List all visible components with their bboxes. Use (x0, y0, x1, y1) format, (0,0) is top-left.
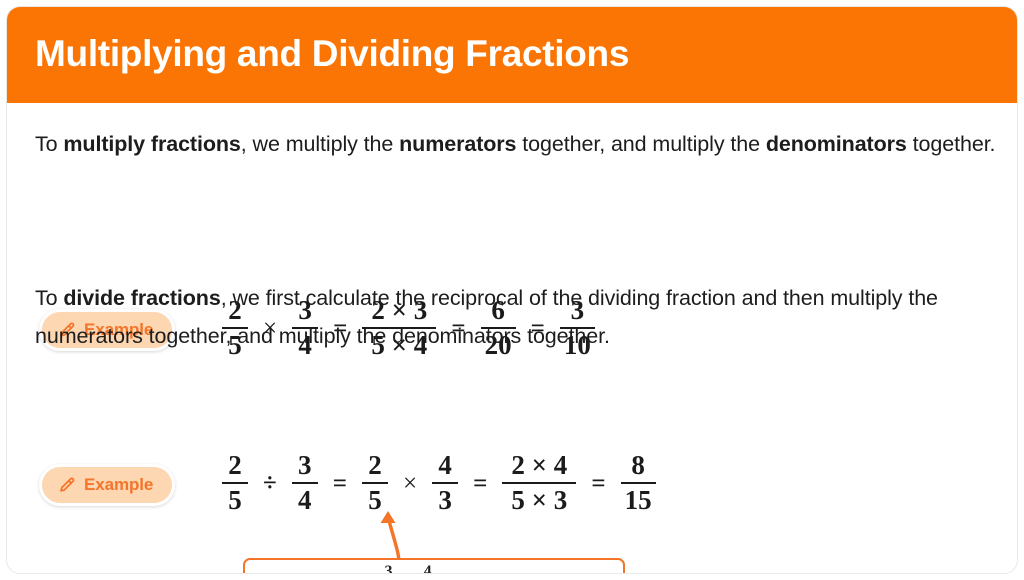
operator-equals: = (591, 469, 606, 497)
operator-times: × (402, 469, 418, 497)
callout-fraction-3-4: 3 4 (380, 563, 396, 574)
fraction-8-15: 8 15 (620, 450, 656, 516)
text-bold-denominators: denominators (765, 132, 907, 156)
pencil-icon (57, 476, 76, 495)
page-title: Multiplying and Dividing Fractions (35, 33, 630, 74)
slide-card: Multiplying and Dividing Fractions To mu… (6, 6, 1018, 574)
example-badge-divide: Example (39, 464, 176, 506)
text-bold-numerators: numerators (399, 132, 517, 156)
fraction-2-5: 2 5 (222, 450, 248, 516)
example-badge-label: Example (84, 475, 154, 494)
fraction-4-3-reciprocal: 4 3 (432, 450, 459, 516)
numerator: 2 × 4 (511, 450, 568, 480)
numerator: 4 (438, 450, 452, 480)
callout-reciprocal: The reciprocal of 3 4 is 4 3 - we “flip”… (243, 558, 625, 574)
numerator: 3 (297, 450, 312, 480)
numerator: 3 (384, 563, 393, 574)
text-bold-multiply-fractions: multiply fractions (63, 132, 241, 156)
denominator: 15 (624, 485, 652, 516)
fraction-2-5-b: 2 5 (361, 450, 388, 516)
paragraph-divide: To divide fractions, we first calculate … (35, 279, 997, 355)
denominator: 5 (228, 485, 242, 516)
operator-divide: ÷ (263, 469, 277, 497)
equation-divide: 2 5 ÷ 3 4 = 2 5 × 4 3 = 2 × 4 5 × 3 = 8 … (215, 450, 663, 516)
fraction-3-4: 3 4 (291, 450, 318, 516)
slide-body: To multiply fractions, we multiply the n… (7, 103, 1017, 574)
numerator: 8 (631, 450, 645, 480)
paragraph-multiply: To multiply fractions, we multiply the n… (35, 125, 997, 163)
fraction-product: 2 × 4 5 × 3 (502, 450, 577, 516)
text-fragment: To (35, 286, 64, 310)
denominator: 3 (438, 485, 452, 516)
numerator: 2 (228, 450, 242, 480)
callout-fraction-4-3: 4 3 (420, 563, 436, 574)
text-fragment: To (35, 132, 64, 156)
denominator: 5 × 3 (511, 485, 568, 516)
denominator: 4 (297, 485, 312, 516)
text-fragment: together. (906, 132, 996, 156)
denominator: 5 (368, 485, 382, 516)
text-fragment: together, and multiply the (516, 132, 766, 156)
slide-header: Multiplying and Dividing Fractions (7, 7, 1017, 103)
numerator: 2 (368, 450, 382, 480)
operator-equals: = (473, 469, 488, 497)
text-fragment: , we multiply the (240, 132, 400, 156)
operator-equals: = (332, 469, 347, 497)
text-bold-divide-fractions: divide fractions (63, 286, 221, 310)
callout-arrow-icon (380, 511, 401, 565)
numerator: 4 (423, 563, 432, 574)
